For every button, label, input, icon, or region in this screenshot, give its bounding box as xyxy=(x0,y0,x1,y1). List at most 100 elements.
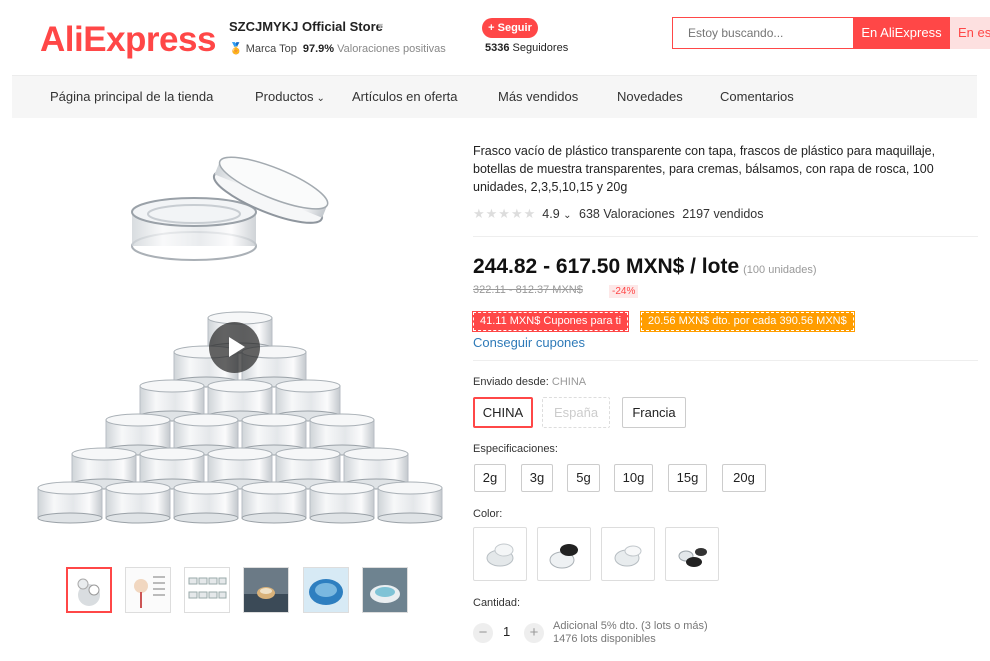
coupon-for-you[interactable]: 41.11 MXN$ Cupones para ti xyxy=(471,311,630,332)
ship-option-france[interactable]: Francia xyxy=(622,397,686,428)
jar-lid xyxy=(173,481,239,495)
search-input[interactable] xyxy=(673,18,866,48)
store-name[interactable]: SZCJMYKJ Official Store xyxy=(229,19,383,34)
thumbnail-3[interactable] xyxy=(184,567,230,613)
quantity-label: Cantidad: xyxy=(473,597,521,609)
color-label: Color: xyxy=(473,508,503,520)
ships-from-value: CHINA xyxy=(551,376,587,388)
jar-lid xyxy=(105,481,171,495)
original-price: 322.11 - 812.37 MXN$ xyxy=(473,284,583,296)
rating-value[interactable]: 4.9 xyxy=(542,207,559,221)
thumbnail-image xyxy=(304,568,348,612)
search-bar: En AliExpress En esta tienda xyxy=(672,17,990,49)
thumbnail-image xyxy=(185,568,229,612)
color-swatch-image xyxy=(486,543,514,567)
jar-base xyxy=(173,512,239,524)
thumbnail-image xyxy=(363,568,407,612)
specs-label: Especificaciones: xyxy=(473,443,558,455)
thumbnail-2[interactable] xyxy=(125,567,171,613)
jar-lid xyxy=(105,413,171,427)
color-option-2[interactable] xyxy=(537,527,591,581)
ships-from-label: Enviado desde: CHINA xyxy=(473,376,586,388)
jar-base xyxy=(309,512,375,524)
quantity-note: Adicional 5% dto. (3 lots o más) 1476 lo… xyxy=(553,620,708,646)
spec-option-20g[interactable]: 20g xyxy=(722,464,766,492)
followers: 5336 Seguidores xyxy=(485,42,568,54)
store-badge: Marca Top xyxy=(245,43,297,55)
rating-chevron-icon[interactable]: ⌄ xyxy=(563,210,571,221)
thumbnail-image xyxy=(244,568,288,612)
jar-lid xyxy=(343,447,409,461)
color-option-1[interactable] xyxy=(473,527,527,581)
nav-store-home[interactable]: Página principal de la tienda xyxy=(50,89,213,104)
thumbnail-4[interactable] xyxy=(243,567,289,613)
play-icon[interactable] xyxy=(209,322,260,373)
ship-option-spain[interactable]: España xyxy=(542,397,610,428)
price: 244.82 - 617.50 MXN$ / lote (100 unidades… xyxy=(473,255,817,279)
aliexpress-logo[interactable]: AliExpress xyxy=(40,20,216,60)
thumbnail-6[interactable] xyxy=(362,567,408,613)
medal-icon: 🏅 xyxy=(229,43,243,55)
nav-deals[interactable]: Artículos en oferta xyxy=(352,89,458,104)
reviews-count[interactable]: 638 Valoraciones xyxy=(579,207,675,221)
store-dropdown-icon[interactable]: ▾ xyxy=(378,21,383,32)
followers-count: 5336 xyxy=(485,42,510,54)
price-unit: (100 unidades) xyxy=(743,264,817,276)
coupon-discount[interactable]: 20.56 MXN$ dto. por cada 390.56 MXN$ xyxy=(640,311,855,332)
nav-new-arrivals[interactable]: Novedades xyxy=(617,89,683,104)
product-title: Frasco vacío de plástico transparente co… xyxy=(473,144,936,194)
nav-products[interactable]: Productos ⌄ xyxy=(255,89,325,104)
jar-lid xyxy=(309,481,375,495)
color-swatch-image xyxy=(614,545,642,567)
jar-lid xyxy=(207,447,273,461)
store-meta: 🏅 Marca Top 97.9% Valoraciones positivas xyxy=(229,42,446,55)
color-option-4[interactable] xyxy=(665,527,719,581)
nav-bestsellers[interactable]: Más vendidos xyxy=(498,89,578,104)
quantity-increase-button[interactable]: + xyxy=(524,623,544,643)
thumbnail-5[interactable] xyxy=(303,567,349,613)
ship-option-china[interactable]: CHINA xyxy=(473,397,533,428)
spec-option-15g[interactable]: 15g xyxy=(668,464,707,492)
quantity-discount-note: Adicional 5% dto. (3 lots o más) xyxy=(553,620,708,632)
color-option-3[interactable] xyxy=(601,527,655,581)
quantity-value[interactable]: 1 xyxy=(503,624,510,639)
sold-count: 2197 vendidos xyxy=(682,207,764,221)
jar-lid xyxy=(173,413,239,427)
thumbnail-1[interactable] xyxy=(66,567,112,613)
chevron-down-icon: ⌄ xyxy=(316,93,325,104)
divider xyxy=(473,236,978,237)
jar-base xyxy=(37,512,103,524)
get-coupons-link[interactable]: Conseguir cupones xyxy=(473,335,585,350)
jar-base xyxy=(241,512,307,524)
followers-label: Seguidores xyxy=(512,42,569,54)
color-swatch-image xyxy=(549,544,578,569)
jar-lid xyxy=(71,447,137,461)
spec-option-5g[interactable]: 5g xyxy=(567,464,600,492)
jar-base xyxy=(377,512,443,524)
divider xyxy=(473,360,978,361)
spec-option-3g[interactable]: 3g xyxy=(521,464,553,492)
quantity-decrease-button[interactable]: − xyxy=(473,623,493,643)
ships-from-label-text: Enviado desde: xyxy=(473,376,549,388)
search-aliexpress-button[interactable]: En AliExpress xyxy=(853,17,950,49)
thumbnail-image xyxy=(126,568,170,612)
rating-stars: ★★★★★ xyxy=(473,206,537,221)
store-nav: Página principal de la tienda Productos ⌄… xyxy=(12,75,977,118)
jar-lid xyxy=(139,379,205,393)
spec-option-10g[interactable]: 10g xyxy=(614,464,653,492)
nav-reviews[interactable]: Comentarios xyxy=(720,89,794,104)
nav-products-label: Productos xyxy=(255,89,314,104)
price-range: 244.82 - 617.50 MXN$ / lote xyxy=(473,255,740,278)
jar-lid xyxy=(207,379,273,393)
jar-lid xyxy=(241,481,307,495)
follow-button[interactable]: + Seguir xyxy=(482,18,538,38)
spec-option-2g[interactable]: 2g xyxy=(474,464,506,492)
jar-lid xyxy=(37,481,103,495)
store-rating: 97.9% xyxy=(302,43,335,55)
search-store-button[interactable]: En esta tienda xyxy=(950,17,990,49)
discount-badge: -24% xyxy=(609,285,639,298)
jar-lid xyxy=(139,447,205,461)
quantity-available-note: 1476 lots disponibles xyxy=(553,633,656,645)
color-swatch-image xyxy=(678,548,707,567)
jar-lid xyxy=(309,413,375,427)
